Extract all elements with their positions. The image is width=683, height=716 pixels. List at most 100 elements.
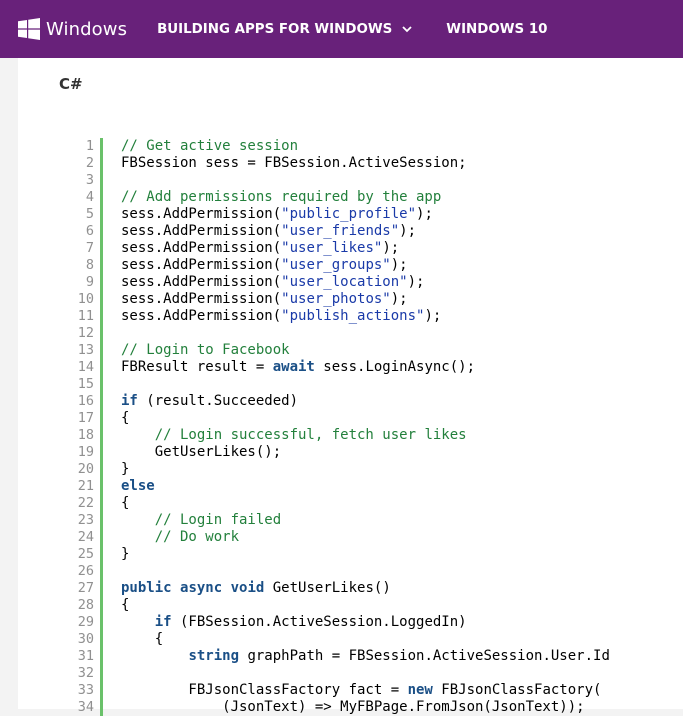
code-line: 15: [18, 376, 683, 393]
code-string: "user_likes": [281, 240, 383, 256]
code-keyword: async: [180, 580, 223, 596]
line-number: 26: [77, 563, 94, 579]
code-content: {: [121, 597, 129, 614]
code-comment: // Login failed: [154, 512, 282, 528]
line-number: 31: [77, 648, 94, 664]
code-string: "user_photos": [281, 291, 391, 307]
line-number: 33: [77, 682, 94, 698]
code-line: 12: [18, 325, 683, 342]
code-keyword: void: [230, 580, 265, 596]
top-navigation-bar: Windows BUILDING APPS FOR WINDOWS WINDOW…: [0, 0, 683, 58]
line-number: 9: [85, 274, 94, 290]
line-number: 14: [77, 359, 94, 375]
code-keyword: if: [154, 614, 172, 630]
code-text: sess.AddPermission(: [121, 206, 282, 222]
code-line: 30 {: [18, 631, 683, 648]
code-text: (result.Succeeded): [137, 393, 299, 409]
code-text: }: [121, 461, 130, 477]
code-content: // Get active session: [121, 138, 298, 155]
code-content: sess.AddPermission("user_likes");: [121, 240, 399, 257]
line-number: 8: [85, 257, 94, 273]
line-number: 32: [77, 665, 94, 681]
code-text: GetUserLikes(): [264, 580, 391, 596]
code-text: );: [416, 206, 433, 222]
windows-logo-icon: [18, 18, 40, 40]
code-keyword: else: [121, 478, 155, 494]
code-text: sess.AddPermission(: [121, 308, 282, 324]
code-content: // Do work: [121, 529, 239, 546]
line-number: 10: [77, 291, 94, 307]
code-keyword: if: [121, 393, 138, 409]
code-text: sess.LoginAsync();: [314, 359, 476, 375]
code-text: {: [121, 495, 130, 511]
code-line: 14 FBResult result = await sess.LoginAsyn…: [18, 359, 683, 376]
code-text: sess.AddPermission(: [121, 223, 282, 239]
code-content: // Login failed: [121, 512, 281, 529]
code-content: (JsonText) => MyFBPage.FromJson(JsonText…: [121, 699, 584, 716]
code-line: 22 {: [18, 495, 683, 512]
code-line: 4 // Add permissions required by the app: [18, 189, 683, 206]
code-line: 17 {: [18, 410, 683, 427]
line-number: 19: [77, 444, 94, 460]
code-line: 7 sess.AddPermission("user_likes");: [18, 240, 683, 257]
windows-brand-link[interactable]: Windows: [18, 18, 127, 40]
line-number: 7: [85, 240, 94, 256]
code-line: 31 string graphPath = FBSession.ActiveSe…: [18, 648, 683, 665]
code-content: FBSession sess = FBSession.ActiveSession…: [121, 155, 467, 172]
code-text: );: [399, 223, 417, 239]
line-number: 13: [77, 342, 94, 358]
code-content: }: [121, 461, 129, 478]
code-line: 16 if (result.Succeeded): [18, 393, 683, 410]
nav-building-apps-for-windows[interactable]: BUILDING APPS FOR WINDOWS: [157, 22, 412, 37]
code-text: FBSession sess = FBSession.ActiveSession…: [121, 155, 467, 171]
code-content: {: [121, 631, 163, 648]
code-line: 13 // Login to Facebook: [18, 342, 683, 359]
code-text: );: [390, 291, 408, 307]
code-line: 6 sess.AddPermission("user_friends");: [18, 223, 683, 240]
line-number: 16: [77, 393, 94, 409]
code-language-label: C#: [59, 75, 83, 93]
code-line: 5 sess.AddPermission("public_profile");: [18, 206, 683, 223]
code-string: "user_friends": [281, 223, 400, 239]
line-number: 23: [77, 512, 94, 528]
code-comment: // Do work: [154, 529, 240, 545]
line-number: 6: [85, 223, 94, 239]
nav-windows-10[interactable]: WINDOWS 10: [446, 22, 547, 37]
brand-name: Windows: [46, 18, 128, 40]
code-content: {: [121, 495, 129, 512]
code-line: 19 GetUserLikes();: [18, 444, 683, 461]
code-content: }: [121, 546, 129, 563]
code-line: 33 FBJsonClassFactory fact = new FBJsonC…: [18, 682, 683, 699]
code-line: 20}: [18, 461, 683, 478]
code-content: sess.AddPermission("user_location");: [121, 274, 424, 291]
code-keyword: string: [188, 648, 240, 664]
code-content: public async void GetUserLikes(): [121, 580, 391, 597]
code-line: 24 // Do work: [18, 529, 683, 546]
code-comment: // Login successful, fetch user likes: [154, 427, 467, 443]
line-number: 21: [77, 478, 94, 494]
code-line: 2 FBSession sess = FBSession.ActiveSessio…: [18, 155, 683, 172]
code-keyword: await: [272, 359, 315, 375]
code-text: {: [121, 410, 130, 426]
code-text: }: [121, 546, 130, 562]
code-text: FBJsonClassFactory(: [432, 682, 602, 698]
code-content: sess.AddPermission("user_groups");: [121, 257, 408, 274]
code-content: // Add permissions required by the app: [121, 189, 441, 206]
code-block: 1 // Get active session 2 FBSession sess = …: [18, 138, 683, 716]
code-line: 32: [18, 665, 683, 682]
code-line: 3: [18, 172, 683, 189]
code-keyword: new: [407, 682, 433, 698]
line-number: 3: [85, 172, 94, 188]
line-number: 22: [77, 495, 94, 511]
code-text: FBResult result =: [121, 359, 273, 375]
code-string: "publish_actions": [281, 308, 425, 324]
code-content: // Login to Facebook: [121, 342, 290, 359]
code-line: 28 {: [18, 597, 683, 614]
line-number: 2: [85, 155, 94, 171]
code-content: sess.AddPermission("public_profile");: [121, 206, 433, 223]
code-comment: // Get active session: [121, 138, 299, 154]
